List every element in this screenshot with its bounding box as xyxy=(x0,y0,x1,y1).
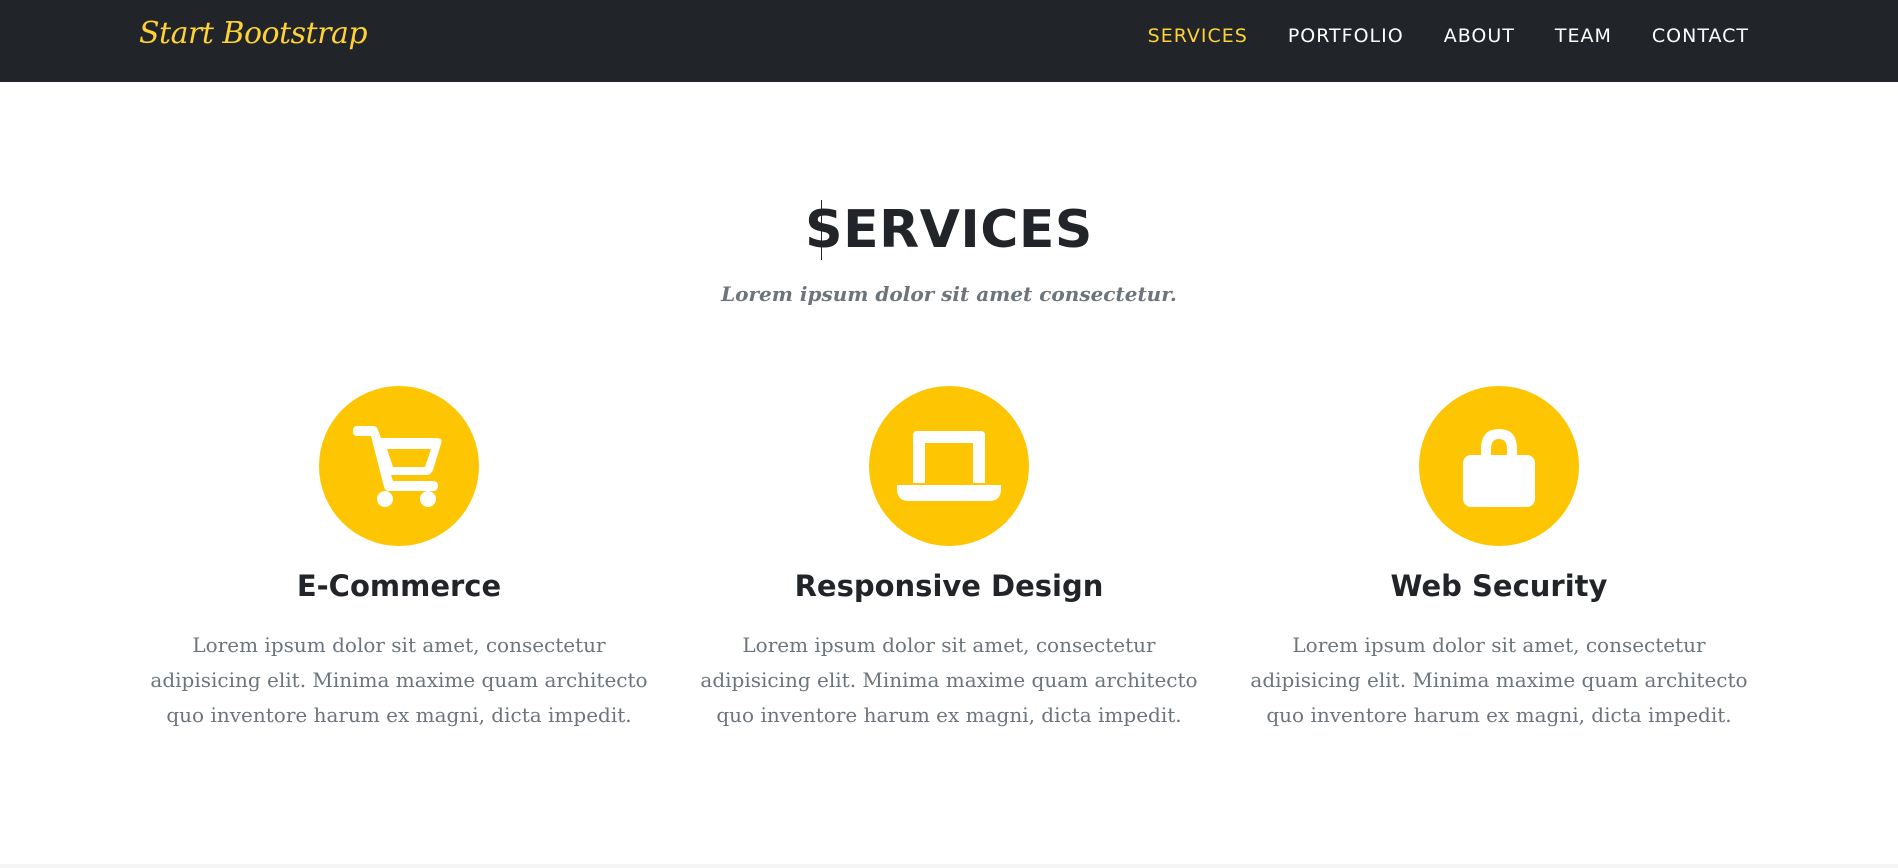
section-heading: SERVICES xyxy=(805,200,1093,260)
service-icon-circle xyxy=(319,386,479,546)
service-card-web-security: Web Security Lorem ipsum dolor sit amet,… xyxy=(1239,386,1759,733)
service-card-ecommerce: E-Commerce Lorem ipsum dolor sit amet, c… xyxy=(139,386,659,733)
service-title: Responsive Design xyxy=(794,569,1104,603)
service-title: Web Security xyxy=(1390,569,1608,603)
nav-link-contact[interactable]: CONTACT xyxy=(1632,24,1749,48)
section-subheading: Lorem ipsum dolor sit amet consectetur. xyxy=(721,282,1177,306)
nav-link-about[interactable]: ABOUT xyxy=(1424,24,1535,48)
nav-link-team[interactable]: TEAM xyxy=(1535,24,1632,48)
service-description: Lorem ipsum dolor sit amet, consectetur … xyxy=(700,633,1198,727)
service-title: E-Commerce xyxy=(296,569,502,603)
text-cursor xyxy=(821,200,822,260)
service-description: Lorem ipsum dolor sit amet, consectetur … xyxy=(150,633,648,727)
nav-item-team: TEAM xyxy=(1535,24,1632,48)
nav-link-services[interactable]: SERVICES xyxy=(1128,24,1268,48)
nav-item-portfolio: PORTFOLIO xyxy=(1268,24,1424,48)
navbar: Start Bootstrap SERVICES PORTFOLIO ABOUT… xyxy=(0,0,1898,82)
nav-menu: SERVICES PORTFOLIO ABOUT TEAM CONTACT xyxy=(1128,24,1749,48)
nav-item-services: SERVICES xyxy=(1128,24,1268,48)
service-icon-circle xyxy=(869,386,1029,546)
nav-link-portfolio[interactable]: PORTFOLIO xyxy=(1268,24,1424,48)
shopping-cart-icon xyxy=(353,426,442,507)
laptop-icon xyxy=(897,431,1001,501)
service-description: Lorem ipsum dolor sit amet, consectetur … xyxy=(1250,633,1748,727)
service-icon-circle xyxy=(1419,386,1579,546)
nav-item-about: ABOUT xyxy=(1424,24,1535,48)
service-card-responsive-design: Responsive Design Lorem ipsum dolor sit … xyxy=(689,386,1209,733)
section-divider xyxy=(0,864,1898,868)
nav-item-contact: CONTACT xyxy=(1632,24,1749,48)
brand-logo[interactable]: Start Bootstrap xyxy=(139,16,368,51)
lock-icon xyxy=(1463,429,1535,507)
